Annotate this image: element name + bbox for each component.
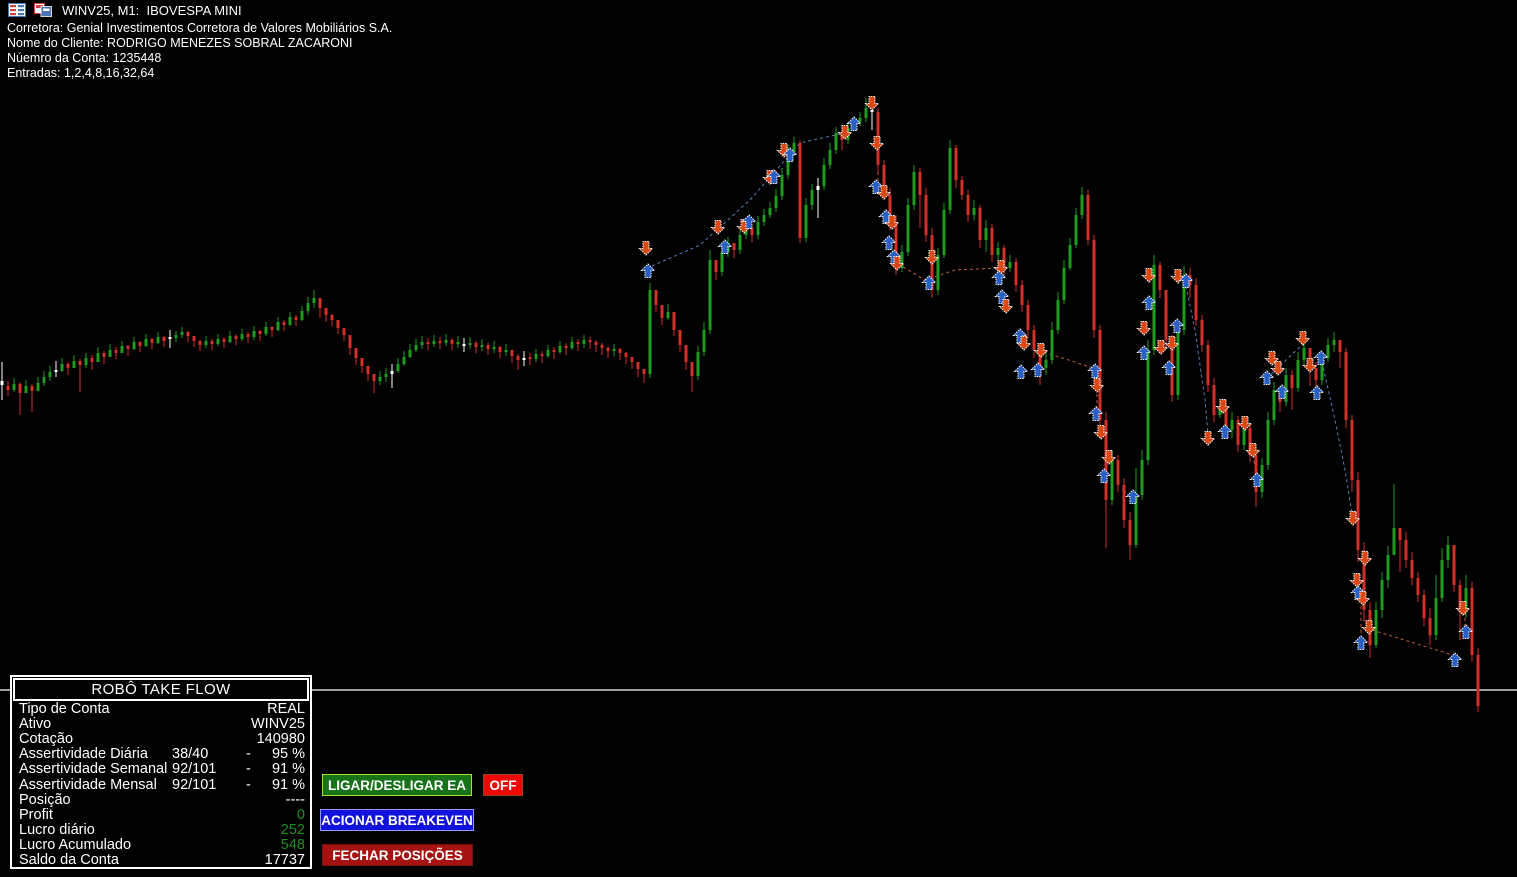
row-label: Profit (19, 807, 53, 823)
buy-arrow-icon (923, 276, 936, 290)
row-value: 17737 (265, 852, 305, 868)
sell-arrow-icon (1138, 322, 1151, 336)
trade-lines-layer (652, 134, 1465, 655)
toggle-ea-button[interactable]: LIGAR/DESLIGAR EA (322, 774, 472, 796)
buy-arrow-icon (870, 180, 883, 194)
account-line: Núemro da Conta: 1235448 (7, 51, 161, 65)
sell-arrow-icon (1297, 332, 1310, 346)
buy-arrow-icon (883, 236, 896, 250)
row-value: 140980 (257, 731, 305, 747)
row-label: Saldo da Conta (19, 852, 119, 868)
ea-panel-title-box: ROBÔ TAKE FLOW (13, 678, 309, 701)
row-value: 252 (281, 822, 305, 838)
buy-arrow-icon (1015, 365, 1028, 379)
client-line: Nome do Cliente: RODRIGO MENEZES SOBRAL … (7, 36, 352, 50)
row-dash: - (246, 777, 251, 793)
broker-line: Corretora: Genial Investimentos Corretor… (7, 21, 392, 35)
row-value: 91 % (272, 777, 305, 793)
row-label: Ativo (19, 716, 51, 732)
entries-line: Entradas: 1,2,4,8,16,32,64 (7, 66, 154, 80)
panel-row: Assertividade Mensal 92/101 - 91 % (12, 777, 310, 792)
row-value: 91 % (272, 761, 305, 777)
sell-arrow-icon (640, 242, 653, 256)
sell-arrow-icon (712, 221, 725, 235)
mt-chart-window: WINV25, M1: IBOVESPA MINI Corretora: Gen… (0, 0, 1517, 877)
ea-panel-title: ROBÔ TAKE FLOW (91, 681, 230, 698)
row-label: Assertividade Semanal (19, 761, 167, 777)
symbol-title: WINV25, M1: IBOVESPA MINI (62, 3, 242, 18)
buy-arrow-icon (1171, 319, 1184, 333)
sell-arrow-icon (1217, 400, 1230, 414)
panel-row: Tipo de Conta REAL (12, 701, 310, 716)
buy-arrow-icon (719, 240, 732, 254)
row-dash: - (246, 761, 251, 777)
ea-panel-rows: Tipo de Conta REAL Ativo WINV25 Cotação 14098… (12, 701, 310, 867)
ea-info-panel: ROBÔ TAKE FLOW Tipo de Conta REAL Ativo WIN… (10, 675, 312, 869)
row-dash: - (246, 746, 251, 762)
sell-arrow-icon (871, 137, 884, 151)
ea-status-badge[interactable]: OFF (483, 774, 523, 796)
buy-arrow-icon (1219, 425, 1232, 439)
row-label: Assertividade Mensal (19, 777, 157, 793)
panel-row: Posição ---- (12, 792, 310, 807)
sell-arrow-icon (1103, 451, 1116, 465)
chart-windows-icon (34, 3, 52, 17)
row-ratio: 92/101 (172, 777, 216, 793)
sell-arrow-icon (1457, 602, 1470, 616)
buy-arrow-icon (1098, 469, 1111, 483)
row-label: Lucro Acumulado (19, 837, 131, 853)
panel-row: Cotação 140980 (12, 731, 310, 746)
panel-row: Profit 0 (12, 807, 310, 822)
row-value: 95 % (272, 746, 305, 762)
buy-arrow-icon (1449, 653, 1462, 667)
panel-row: Assertividade Diária 38/40 - 95 % (12, 746, 310, 761)
panel-row: Saldo da Conta 17737 (12, 852, 310, 867)
sell-arrow-icon (1091, 379, 1104, 393)
row-value: 0 (297, 807, 305, 823)
sell-arrow-icon (866, 97, 879, 111)
row-ratio: 38/40 (172, 746, 208, 762)
buy-arrow-icon (1163, 361, 1176, 375)
close-positions-button[interactable]: FECHAR POSIÇÕES (322, 844, 473, 866)
buy-arrow-icon (1355, 636, 1368, 650)
sell-arrow-icon (1351, 574, 1364, 588)
panel-row: Assertividade Semanal 92/101 - 91 % (12, 761, 310, 776)
buy-arrow-icon (1032, 363, 1045, 377)
row-label: Posição (19, 792, 71, 808)
panel-row: Lucro diário 252 (12, 822, 310, 837)
panel-row: Ativo WINV25 (12, 716, 310, 731)
sell-arrow-icon (1363, 621, 1376, 635)
sell-arrow-icon (1202, 432, 1215, 446)
panel-row: Lucro Acumulado 548 (12, 837, 310, 852)
row-value: ---- (286, 792, 305, 808)
row-label: Cotação (19, 731, 73, 747)
sell-arrow-icon (995, 261, 1008, 275)
row-value: 548 (281, 837, 305, 853)
sell-arrow-icon (1359, 552, 1372, 566)
row-value: REAL (267, 701, 305, 717)
buy-arrow-icon (1127, 490, 1140, 504)
breakeven-button[interactable]: ACIONAR BREAKEVEN (320, 809, 474, 831)
row-label: Lucro diário (19, 822, 95, 838)
row-value: WINV25 (251, 716, 305, 732)
buy-arrow-icon (1311, 386, 1324, 400)
signal-markers-layer (640, 97, 1473, 667)
row-ratio: 92/101 (172, 761, 216, 777)
candles-layer (1, 98, 1480, 712)
row-label: Tipo de Conta (19, 701, 110, 717)
sell-arrow-icon (1247, 444, 1260, 458)
sell-arrow-icon (839, 126, 852, 140)
market-watch-icon (8, 3, 26, 17)
row-label: Assertividade Diária (19, 746, 148, 762)
